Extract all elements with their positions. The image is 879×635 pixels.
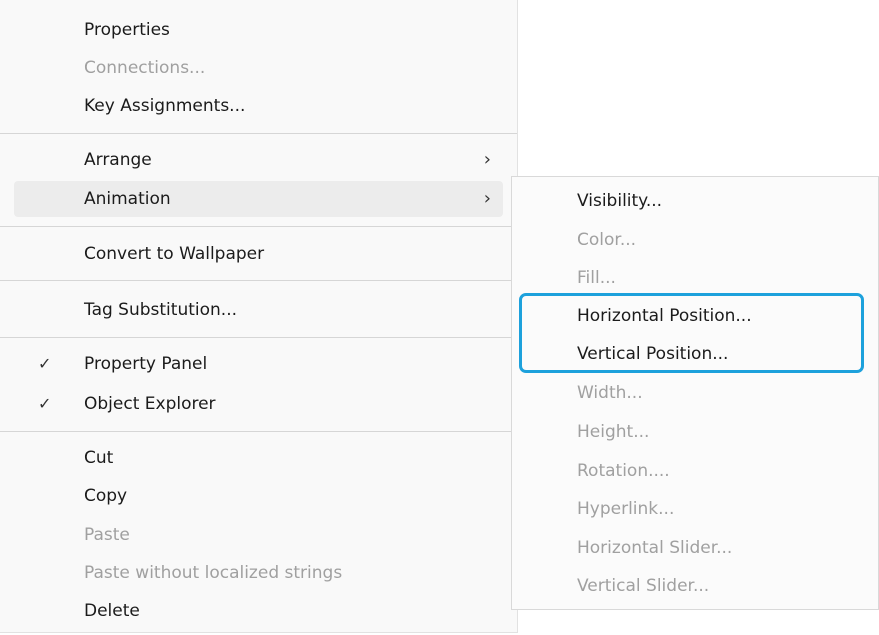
menu-item-animation[interactable]: Animation › bbox=[14, 181, 503, 217]
chevron-right-icon: › bbox=[483, 149, 491, 170]
submenu-item-horizontal-position[interactable]: Horizontal Position... bbox=[520, 298, 870, 334]
submenu-item-label: Vertical Slider... bbox=[577, 576, 710, 596]
menu-item-paste-without-localized-strings: Paste without localized strings bbox=[14, 555, 503, 591]
menu-item-label: Key Assignments... bbox=[84, 96, 246, 116]
menu-item-label: Copy bbox=[84, 486, 128, 506]
menu-item-property-panel[interactable]: ✓ Property Panel bbox=[14, 346, 503, 382]
submenu-item-label: Color... bbox=[577, 230, 637, 250]
menu-separator bbox=[0, 280, 517, 281]
menu-item-arrange[interactable]: Arrange › bbox=[14, 142, 503, 178]
menu-item-label: Tag Substitution... bbox=[84, 300, 237, 320]
menu-separator bbox=[0, 226, 517, 227]
menu-item-key-assignments[interactable]: Key Assignments... bbox=[14, 88, 503, 124]
submenu-item-visibility[interactable]: Visibility... bbox=[520, 183, 870, 219]
submenu-item-label: Height... bbox=[577, 422, 650, 442]
menu-item-properties[interactable]: Properties bbox=[14, 12, 503, 48]
submenu-item-height: Height... bbox=[520, 414, 870, 450]
chevron-right-icon: › bbox=[483, 188, 491, 209]
menu-item-label: Arrange bbox=[84, 150, 152, 170]
menu-item-object-explorer[interactable]: ✓ Object Explorer bbox=[14, 386, 503, 422]
menu-separator bbox=[0, 337, 517, 338]
menu-item-cut[interactable]: Cut bbox=[14, 440, 503, 476]
menu-item-label: Paste without localized strings bbox=[84, 563, 343, 583]
submenu-item-label: Width... bbox=[577, 383, 643, 403]
submenu-item-label: Fill... bbox=[577, 268, 616, 288]
submenu-item-vertical-slider: Vertical Slider... bbox=[520, 568, 870, 604]
submenu-item-label: Horizontal Position... bbox=[577, 306, 752, 326]
menu-item-label: Cut bbox=[84, 448, 114, 468]
submenu-item-horizontal-slider: Horizontal Slider... bbox=[520, 530, 870, 566]
menu-item-tag-substitution[interactable]: Tag Substitution... bbox=[14, 292, 503, 328]
menu-item-paste: Paste bbox=[14, 517, 503, 553]
submenu-item-label: Vertical Position... bbox=[577, 344, 729, 364]
menu-item-label: Properties bbox=[84, 20, 170, 40]
animation-submenu: Visibility... Color... Fill... Horizonta… bbox=[511, 176, 879, 610]
menu-item-label: Property Panel bbox=[84, 354, 208, 374]
submenu-item-rotation: Rotation.... bbox=[520, 453, 870, 489]
menu-item-label: Convert to Wallpaper bbox=[84, 244, 265, 264]
submenu-item-label: Visibility... bbox=[577, 191, 663, 211]
submenu-item-vertical-position[interactable]: Vertical Position... bbox=[520, 336, 870, 372]
submenu-item-color: Color... bbox=[520, 222, 870, 258]
menu-separator bbox=[0, 431, 517, 432]
menu-item-label: Connections... bbox=[84, 58, 206, 78]
submenu-item-hyperlink: Hyperlink... bbox=[520, 491, 870, 527]
menu-item-label: Object Explorer bbox=[84, 394, 216, 414]
menu-item-copy[interactable]: Copy bbox=[14, 478, 503, 514]
menu-item-label: Animation bbox=[84, 189, 171, 209]
context-menu: Properties Connections... Key Assignment… bbox=[0, 0, 518, 633]
checkmark-icon: ✓ bbox=[38, 354, 52, 373]
menu-item-delete[interactable]: Delete bbox=[14, 593, 503, 629]
submenu-item-label: Hyperlink... bbox=[577, 499, 675, 519]
menu-item-label: Paste bbox=[84, 525, 130, 545]
submenu-item-fill: Fill... bbox=[520, 260, 870, 296]
menu-item-convert-to-wallpaper[interactable]: Convert to Wallpaper bbox=[14, 236, 503, 272]
submenu-item-label: Rotation.... bbox=[577, 461, 670, 481]
submenu-item-label: Horizontal Slider... bbox=[577, 538, 733, 558]
menu-separator bbox=[0, 133, 517, 134]
menu-item-label: Delete bbox=[84, 601, 140, 621]
submenu-item-width: Width... bbox=[520, 375, 870, 411]
checkmark-icon: ✓ bbox=[38, 394, 52, 413]
screenshot-canvas: Properties Connections... Key Assignment… bbox=[0, 0, 879, 635]
menu-item-connections: Connections... bbox=[14, 50, 503, 86]
